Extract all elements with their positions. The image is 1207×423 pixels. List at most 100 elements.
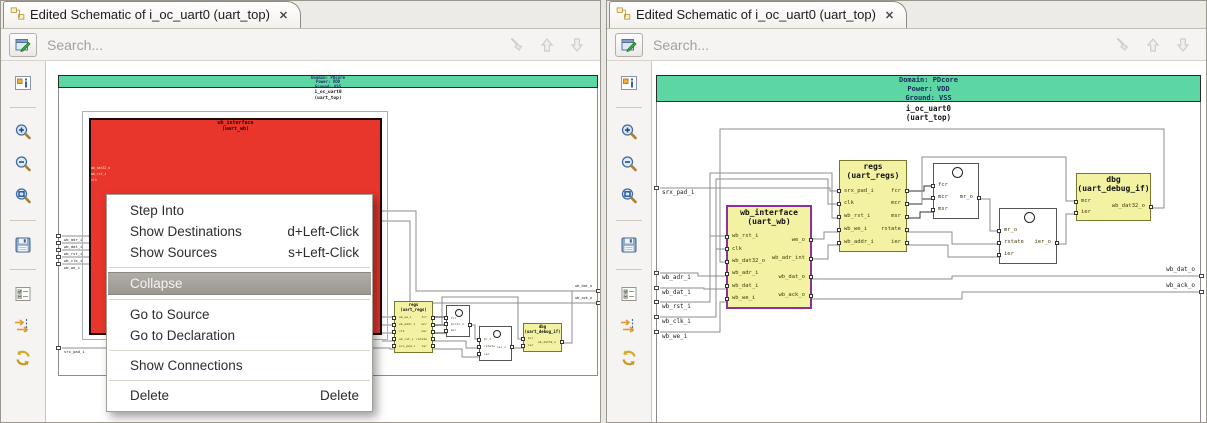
zoom-fit-button[interactable] <box>616 184 642 208</box>
annotate-button[interactable] <box>615 32 643 57</box>
port-label: mcr <box>421 322 427 327</box>
menu-item-show-sources[interactable]: Show Sources s+Left-Click <box>108 242 371 263</box>
edge-port-pin <box>56 234 61 238</box>
edge-port-pin <box>1199 290 1204 294</box>
arrow-up-button[interactable] <box>536 34 558 56</box>
clear-icon <box>1117 37 1129 51</box>
options-button[interactable] <box>10 282 36 306</box>
schematic-canvas[interactable]: wb_interface (uart_wb) wb_rst_i clk wb_dat32… <box>652 61 1206 422</box>
arrow-up-icon <box>1146 37 1160 52</box>
tab-close-icon[interactable]: ✕ <box>885 9 894 22</box>
port-area: mr_o rstate ier ier_o <box>997 225 1059 261</box>
port-area: srx_pad_i clk wb_rst_i wb_we_i wb_addr_i fcr m… <box>837 185 909 249</box>
clear-button[interactable] <box>506 34 528 56</box>
edge-port-label: wb_ack_o <box>1166 282 1195 289</box>
refresh-button[interactable] <box>10 346 36 370</box>
gate-symbol-icon <box>1023 212 1035 223</box>
gate-block[interactable]: fcr mcr msr mr_o <box>931 163 981 219</box>
trace-button[interactable] <box>616 314 642 338</box>
port-pin <box>510 345 514 349</box>
port-wb-we-i: wb_we_i <box>392 315 414 320</box>
zoom-in-icon <box>621 124 637 140</box>
port-label: mcr <box>1081 197 1091 204</box>
menu-item-step-into[interactable]: Step Into <box>108 200 371 221</box>
port-mr-o: mr_o <box>956 195 981 201</box>
menu-item-go-to-declaration[interactable]: Go to Declaration <box>108 325 371 346</box>
port-pin <box>905 202 909 207</box>
port-column: ier_o <box>1028 225 1059 261</box>
port-pin <box>837 189 841 194</box>
trace-button[interactable] <box>10 314 36 338</box>
overview-button[interactable] <box>10 71 36 95</box>
editor-tab[interactable]: Edited Schematic of i_oc_uart0 (uart_top… <box>609 1 908 28</box>
arrow-down-button[interactable] <box>566 34 588 56</box>
tab-bar: Edited Schematic of i_oc_uart0 (uart_top… <box>607 1 1206 29</box>
arrow-down-button[interactable] <box>1172 34 1194 56</box>
tab-close-icon[interactable]: ✕ <box>279 9 288 22</box>
wire <box>812 275 1201 280</box>
wb-interface-block[interactable]: wb_interface (uart_wb) wb_rst_i clk wb_dat32… <box>725 205 813 309</box>
port-rstate: rstate <box>414 337 435 342</box>
port-label: ier <box>528 343 534 347</box>
edge-port-label: wb_adr_i <box>662 274 691 281</box>
trace-icon <box>15 319 29 333</box>
gate-block[interactable]: mr_o rstate ier ier_o <box>997 208 1059 264</box>
port-clk: clk <box>725 246 769 253</box>
port-pin <box>725 284 729 289</box>
port-msr: msr <box>931 207 956 213</box>
editor-tab[interactable]: Edited Schematic of i_oc_uart0 (uart_top… <box>3 1 302 28</box>
search-input[interactable] <box>45 35 498 54</box>
port-label: rstate <box>881 226 901 233</box>
menu-item-delete[interactable]: Delete Delete <box>108 385 371 406</box>
port-label: wb_rst_i <box>732 233 759 240</box>
toolbar-separator <box>616 107 642 108</box>
dbg-block[interactable]: dbg (uart_debug_if) mcr ier wb_dat32_o <box>1074 173 1153 221</box>
refresh-icon <box>622 350 636 366</box>
port-label: clk <box>399 329 405 334</box>
refresh-button[interactable] <box>616 346 642 370</box>
arrow-up-button[interactable] <box>1142 34 1164 56</box>
zoom-in-button[interactable] <box>10 120 36 144</box>
port-label: wb_dat_i <box>732 282 759 289</box>
save-button[interactable] <box>10 233 36 257</box>
zoom-in-button[interactable] <box>616 120 642 144</box>
menu-item-go-to-source[interactable]: Go to Source <box>108 304 371 325</box>
port-label: mr_o <box>456 322 464 326</box>
edge-port-label: wb_clk_i <box>64 258 83 263</box>
menu-item-collapse[interactable]: Collapse <box>108 272 371 295</box>
regs-block[interactable]: regs (uart_regs) wb_we_i wb_addr_i clk wb_rst… <box>392 301 435 353</box>
port-label: msr <box>421 329 427 334</box>
port-label: msr <box>891 213 901 220</box>
port-msr: msr <box>414 329 435 334</box>
regs-block[interactable]: regs (uart_regs) srx_pad_i clk wb_rst_i wb_we… <box>837 160 909 252</box>
dbg-block[interactable]: dbg (uart_debug_if) mcr ier wb_dat32_o <box>521 323 564 352</box>
gate-block[interactable]: mr_o rstate ier ier_o <box>477 326 514 361</box>
zoom-fit-button[interactable] <box>10 184 36 208</box>
gate-block[interactable]: fcr mcr msr mr_o <box>444 305 472 337</box>
port-pin <box>977 196 981 200</box>
port-label: wb_rst_i <box>844 213 871 220</box>
schematic-title: i_oc_uart0 (uart_top) <box>656 104 1201 123</box>
overview-button[interactable] <box>616 71 642 95</box>
annotate-button[interactable] <box>9 32 37 57</box>
edge-port-label: srx_pad_i <box>64 349 85 354</box>
menu-separator <box>109 299 370 300</box>
port-label: wb_we_i <box>399 315 412 320</box>
options-button[interactable] <box>616 282 642 306</box>
block-title-line: wb_interface <box>740 208 798 217</box>
arrow-down-icon <box>1176 37 1190 52</box>
clear-button[interactable] <box>1112 34 1134 56</box>
zoom-out-button[interactable] <box>10 152 36 176</box>
port-wb-we-i: wb_we_i <box>837 227 873 233</box>
port-label: rstate <box>1004 239 1024 246</box>
port-pin <box>905 227 909 232</box>
edge-port-label: wb_ack_o <box>575 295 592 300</box>
menu-item-show-destinations[interactable]: Show Destinations d+Left-Click <box>108 221 371 242</box>
zoom-out-button[interactable] <box>616 152 642 176</box>
search-input[interactable] <box>651 35 1104 54</box>
port-ier-o: ier_o <box>1028 240 1059 246</box>
port-pin <box>837 202 841 207</box>
menu-item-show-connections[interactable]: Show Connections <box>108 355 371 376</box>
menu-item-label: Step Into <box>130 203 185 218</box>
save-button[interactable] <box>616 233 642 257</box>
